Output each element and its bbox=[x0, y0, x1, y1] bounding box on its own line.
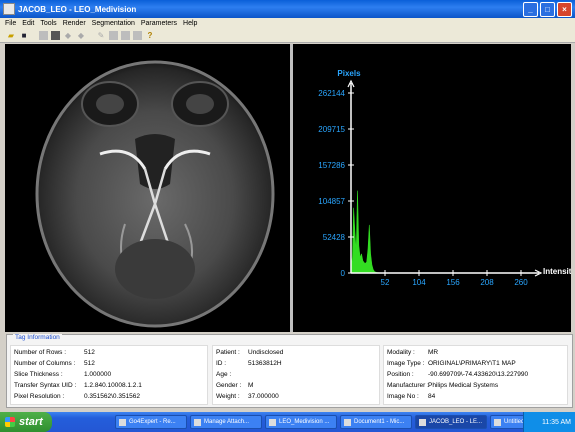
y-axis-label: Pixels bbox=[337, 69, 361, 78]
taskbar-item[interactable]: Go4Expert - Re... bbox=[115, 415, 187, 429]
windows-logo-icon bbox=[5, 417, 15, 427]
menu-help[interactable]: Help bbox=[183, 20, 197, 27]
x-tick-label: 52 bbox=[381, 278, 390, 287]
x-axis-label: Intensity bbox=[543, 267, 571, 276]
info-row: Image Type : ORIGINAL\PRIMARY\T1 MAP bbox=[387, 360, 516, 367]
y-tick-label: 262144 bbox=[318, 89, 345, 98]
histogram-chart: 0 52428 104857 157286 209715 262144 52 104 156 20… bbox=[318, 69, 571, 287]
start-label: start bbox=[19, 416, 43, 428]
scan-info-box: Modality : MR Image Type : ORIGINAL\PRIMAR… bbox=[383, 345, 568, 405]
browser-icon bbox=[119, 418, 126, 426]
patient-info-box: Patient : Undisclosed ID :51363812H Age :… bbox=[212, 345, 380, 405]
toolbar: ▰ ■ ◆ ◆ ✎ ? bbox=[0, 29, 575, 43]
menu-bar: File Edit Tools Render Segmentation Para… bbox=[0, 18, 575, 29]
save-icon[interactable]: ■ bbox=[19, 31, 29, 41]
info-row: Manufacturer : Philips Medical Systems bbox=[387, 382, 499, 389]
image-info-box: Number of Rows :512 Number of Columns :5… bbox=[10, 345, 208, 405]
info-row: Slice Thickness :1.000000 bbox=[14, 371, 112, 378]
info-row: Patient : Undisclosed bbox=[216, 349, 284, 356]
taskbar-item[interactable]: LEO_Medivision ... bbox=[265, 415, 337, 429]
tool-icon[interactable]: ◆ bbox=[76, 31, 86, 41]
x-tick-label: 156 bbox=[446, 278, 460, 287]
info-row: Age : bbox=[216, 371, 232, 378]
tag-information-panel: Tag Information Number of Rows :512 Numb… bbox=[6, 334, 573, 408]
tool-icon[interactable] bbox=[133, 31, 142, 40]
info-row: Position : -90.699709\-74.433620\13.22799… bbox=[387, 371, 529, 378]
start-button[interactable]: start bbox=[0, 412, 52, 432]
tool-icon[interactable] bbox=[109, 31, 118, 40]
app-icon bbox=[419, 418, 426, 426]
menu-render[interactable]: Render bbox=[63, 20, 86, 27]
tool-icon[interactable] bbox=[32, 31, 36, 41]
title-bar[interactable]: JACOB_LEO - LEO_Medivision _ □ × bbox=[0, 0, 575, 18]
open-folder-icon[interactable]: ▰ bbox=[6, 31, 16, 41]
info-row: Modality : MR bbox=[387, 349, 439, 356]
y-tick-label: 52428 bbox=[323, 233, 346, 242]
word-icon bbox=[344, 418, 351, 426]
tool-icon[interactable] bbox=[39, 31, 48, 40]
menu-tools[interactable]: Tools bbox=[40, 20, 56, 27]
tag-information-label: Tag Information bbox=[13, 334, 62, 341]
y-tick-label: 0 bbox=[341, 269, 346, 278]
menu-segmentation[interactable]: Segmentation bbox=[92, 20, 135, 27]
x-tick-label: 260 bbox=[514, 278, 528, 287]
taskbar-item[interactable]: Document1 - Mic... bbox=[340, 415, 412, 429]
menu-parameters[interactable]: Parameters bbox=[141, 20, 177, 27]
histogram-area bbox=[350, 190, 521, 274]
info-row: Number of Rows :512 bbox=[14, 349, 95, 356]
clock: 11:35 AM bbox=[541, 418, 571, 426]
app-icon bbox=[269, 418, 276, 426]
info-row: Gender :M bbox=[216, 382, 254, 389]
info-row: Weight :37.000000 bbox=[216, 393, 279, 400]
browser-icon bbox=[194, 418, 201, 426]
menu-edit[interactable]: Edit bbox=[22, 20, 34, 27]
y-tick-label: 104857 bbox=[318, 197, 345, 206]
info-row: Image No :84 bbox=[387, 393, 436, 400]
info-row: Pixel Resolution :0.351562\0.351562 bbox=[14, 393, 141, 400]
help-icon[interactable]: ? bbox=[145, 31, 155, 41]
image-viewport: 0 52428 104857 157286 209715 262144 52 104 156 20… bbox=[5, 44, 571, 332]
taskbar-item[interactable]: Manage Attach... bbox=[190, 415, 262, 429]
minimize-button[interactable]: _ bbox=[523, 2, 538, 17]
paint-icon bbox=[494, 418, 501, 426]
info-row: Transfer Syntax UID :1.2.840.10008.1.2.1 bbox=[14, 382, 142, 389]
app-icon bbox=[3, 3, 15, 15]
window-title: JACOB_LEO - LEO_Medivision bbox=[18, 4, 137, 14]
y-tick-label: 209715 bbox=[318, 125, 345, 134]
pencil-icon[interactable]: ✎ bbox=[96, 31, 106, 41]
system-tray: 11:35 AM bbox=[523, 412, 575, 432]
tool-icon[interactable]: ◆ bbox=[63, 31, 73, 41]
mri-brain-image[interactable] bbox=[5, 44, 285, 332]
taskbar-item-active[interactable]: JACOB_LEO - LE... bbox=[415, 415, 487, 429]
menu-file[interactable]: File bbox=[5, 20, 16, 27]
tool-icon[interactable] bbox=[121, 31, 130, 40]
tool-icon[interactable] bbox=[89, 31, 93, 41]
taskbar: start Go4Expert - Re... Manage Attach...… bbox=[0, 412, 575, 432]
x-tick-label: 208 bbox=[480, 278, 494, 287]
close-button[interactable]: × bbox=[557, 2, 572, 17]
x-tick-label: 104 bbox=[412, 278, 426, 287]
maximize-button[interactable]: □ bbox=[540, 2, 555, 17]
info-row: Number of Columns :512 bbox=[14, 360, 95, 367]
info-row: ID :51363812H bbox=[216, 360, 282, 367]
y-tick-label: 157286 bbox=[318, 161, 345, 170]
film-icon[interactable] bbox=[51, 31, 60, 40]
